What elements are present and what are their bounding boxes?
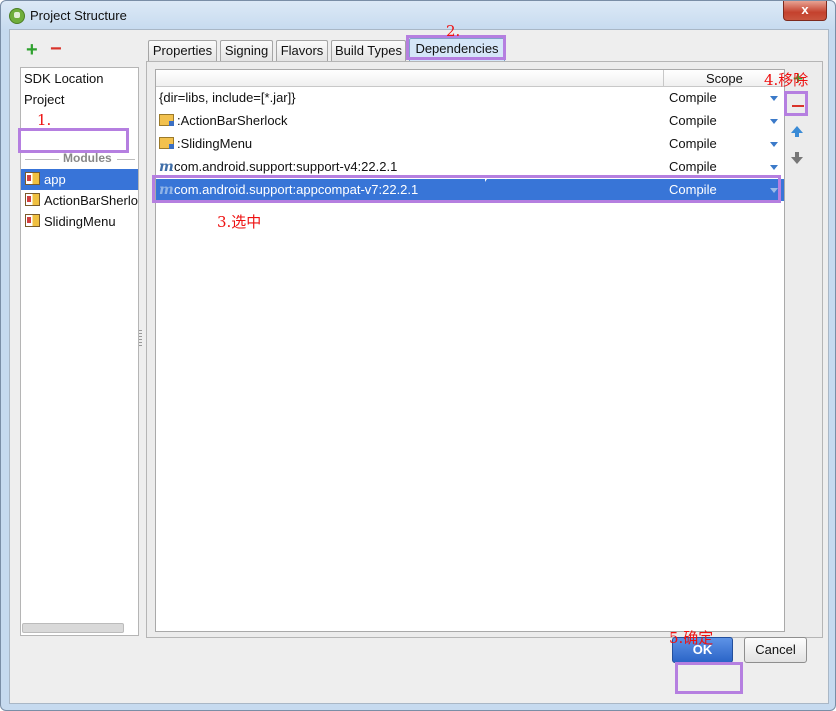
table-row[interactable]: :ActionBarSherlock Compile: [156, 110, 784, 132]
dependencies-table: Scope {dir=libs, include=[*.jar]} Compil…: [155, 69, 785, 632]
android-studio-icon: [9, 8, 25, 24]
dependencies-panel: Scope {dir=libs, include=[*.jar]} Compil…: [146, 61, 823, 638]
dependency-name: {dir=libs, include=[*.jar]}: [159, 90, 296, 105]
sidebar-item-slidingmenu[interactable]: SlidingMenu: [21, 211, 138, 232]
scope-dropdown-icon[interactable]: [770, 165, 778, 170]
module-label: SlidingMenu: [44, 214, 116, 229]
column-divider[interactable]: [663, 70, 664, 86]
dependency-cell: :SlidingMenu: [159, 133, 252, 155]
sidebar-scrollbar[interactable]: [22, 623, 124, 633]
sidebar-item-sdk-location[interactable]: SDK Location: [24, 69, 104, 89]
scope-dropdown-icon[interactable]: [770, 142, 778, 147]
module-icon: [25, 193, 40, 206]
column-header-scope[interactable]: Scope: [706, 71, 743, 86]
window-title: Project Structure: [30, 8, 127, 23]
tab-flavors[interactable]: Flavors: [276, 40, 328, 61]
scope-dropdown-icon[interactable]: [770, 119, 778, 124]
remove-module-button[interactable]: −: [50, 39, 62, 59]
tab-signing[interactable]: Signing: [220, 40, 273, 61]
sidebar-item-project[interactable]: Project: [24, 90, 64, 110]
module-icon: [25, 172, 40, 185]
module-label: app: [44, 172, 66, 187]
sidebar-item-actionbarsherlock[interactable]: ActionBarSherlo: [21, 190, 138, 211]
divider: [117, 159, 135, 160]
dependency-name: com.android.support:support-v4:22.2.1: [174, 159, 398, 174]
scope-dropdown-icon[interactable]: [770, 96, 778, 101]
module-folder-icon: [159, 114, 174, 126]
splitter-handle[interactable]: [139, 330, 142, 346]
annotation-step-1: 1.: [37, 111, 52, 129]
module-folder-icon: [159, 137, 174, 149]
modules-header-label: Modules: [61, 151, 114, 165]
tab-build-types[interactable]: Build Types: [331, 40, 406, 61]
highlight-box-remove: [784, 91, 808, 116]
dependency-name: :ActionBarSherlock: [177, 113, 288, 128]
highlight-box-selected-row: [152, 175, 781, 203]
highlight-box-ok: [675, 662, 743, 694]
dialog-content: + − SDK Location Project Modules app Act…: [9, 29, 829, 704]
annotation-step-4: 4.移除: [764, 71, 809, 89]
project-structure-window: Project Structure x + − SDK Location Pro…: [0, 0, 836, 711]
title-bar: Project Structure x: [1, 1, 835, 29]
scope-value: Compile: [669, 136, 717, 151]
cancel-button[interactable]: Cancel: [744, 637, 807, 663]
dependency-cell: :ActionBarSherlock: [159, 110, 288, 132]
scope-value: Compile: [669, 90, 717, 105]
scope-value: Compile: [669, 113, 717, 128]
table-header: Scope: [156, 70, 784, 87]
dependency-toolbar: +: [784, 69, 814, 630]
highlight-box-app: [18, 128, 129, 153]
annotation-step-2: 2.: [446, 22, 461, 40]
annotation-step-5: 5.确定: [669, 629, 714, 647]
module-label: ActionBarSherlo: [44, 193, 138, 208]
sidebar-item-app[interactable]: app: [21, 169, 138, 190]
table-row[interactable]: {dir=libs, include=[*.jar]} Compile: [156, 87, 784, 109]
dependency-name: :SlidingMenu: [177, 136, 253, 151]
table-row[interactable]: :SlidingMenu Compile: [156, 133, 784, 155]
add-module-button[interactable]: +: [26, 40, 38, 60]
modules-header: Modules: [21, 151, 138, 167]
close-button[interactable]: x: [783, 1, 827, 21]
annotation-step-3: 3.选中: [217, 213, 262, 231]
module-icon: [25, 214, 40, 227]
up-arrow-icon[interactable]: [791, 126, 803, 137]
divider: [25, 159, 59, 160]
tab-properties[interactable]: Properties: [148, 40, 217, 61]
down-arrow-icon[interactable]: [791, 152, 803, 164]
